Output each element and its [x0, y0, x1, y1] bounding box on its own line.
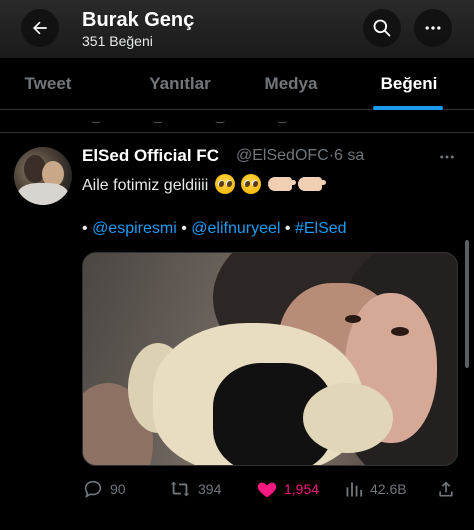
tab-media[interactable]: Medya: [250, 58, 332, 110]
author-avatar[interactable]: [14, 147, 72, 205]
arrow-left-icon: [33, 21, 47, 35]
tweet-text: Aile fotimiz geldiiii: [82, 174, 327, 195]
reply-button[interactable]: 90: [82, 470, 126, 508]
retweet-count: 394: [198, 481, 222, 497]
pinching-hand-icon: [298, 177, 327, 191]
tab-replies[interactable]: Yanıtlar: [128, 58, 232, 110]
reply-count: 90: [110, 481, 126, 497]
profile-tabs: Tweet Yanıtlar Medya Beğeni: [0, 58, 474, 110]
reply-icon: [84, 480, 102, 499]
previous-tweet-edge: ‿‿‿‿: [0, 111, 474, 133]
search-icon: [373, 19, 391, 37]
scrollbar[interactable]: [465, 240, 469, 368]
tweet-photo[interactable]: [82, 252, 458, 466]
retweet-icon: [170, 481, 190, 497]
active-tab-indicator: [373, 106, 443, 110]
mention-link[interactable]: @elifnuryeel: [191, 220, 280, 237]
views-count: 42.6B: [370, 481, 407, 497]
pleading-face-icon: [214, 174, 235, 194]
profile-header: Burak Genç 351 Beğeni: [0, 0, 474, 58]
hashtag-link[interactable]: #ElSed: [295, 220, 347, 237]
like-count: 1,954: [284, 481, 320, 497]
share-icon: [439, 481, 453, 497]
author-handle: @ElSedOFC: [236, 147, 329, 164]
views-button[interactable]: 42.6B: [344, 470, 407, 508]
tweet-more-button[interactable]: [438, 148, 456, 171]
views-chart-icon: [346, 482, 363, 497]
heart-filled-icon: [257, 482, 277, 498]
author-handle-time[interactable]: @ElSedOFC·6 sa: [236, 147, 364, 165]
tweet-mentions: • @espiresmi • @elifnuryeel • #ElSed: [82, 220, 347, 238]
tweet-text-body: Aile fotimiz geldiiii: [82, 177, 209, 194]
tab-likes[interactable]: Beğeni: [365, 58, 453, 110]
bullet: •: [181, 220, 187, 237]
more-horizontal-icon: [425, 26, 441, 30]
pleading-face-icon: [241, 174, 262, 194]
more-horizontal-icon: [440, 155, 454, 159]
like-button[interactable]: 1,954: [256, 470, 319, 508]
tab-tweets[interactable]: Tweet: [0, 58, 96, 110]
bullet: •: [284, 220, 291, 237]
likes-count: 351 Beğeni: [82, 33, 153, 49]
author-name[interactable]: ElSed Official FC: [82, 146, 219, 166]
bullet: •: [82, 220, 88, 237]
pinching-hand-icon: [267, 177, 296, 191]
previous-tweet-actions-edge: ‿‿‿‿: [92, 113, 341, 124]
back-button[interactable]: [21, 9, 59, 47]
tweet-actions: 90 394 1,954 42.6B: [0, 470, 474, 508]
mention-link[interactable]: @espiresmi: [92, 220, 177, 237]
profile-name: Burak Genç: [82, 9, 195, 31]
tweet-time: 6 sa: [334, 147, 365, 164]
retweet-button[interactable]: 394: [168, 470, 221, 508]
share-button[interactable]: [436, 470, 462, 508]
search-button[interactable]: [363, 9, 401, 47]
more-options-button[interactable]: [414, 9, 452, 47]
